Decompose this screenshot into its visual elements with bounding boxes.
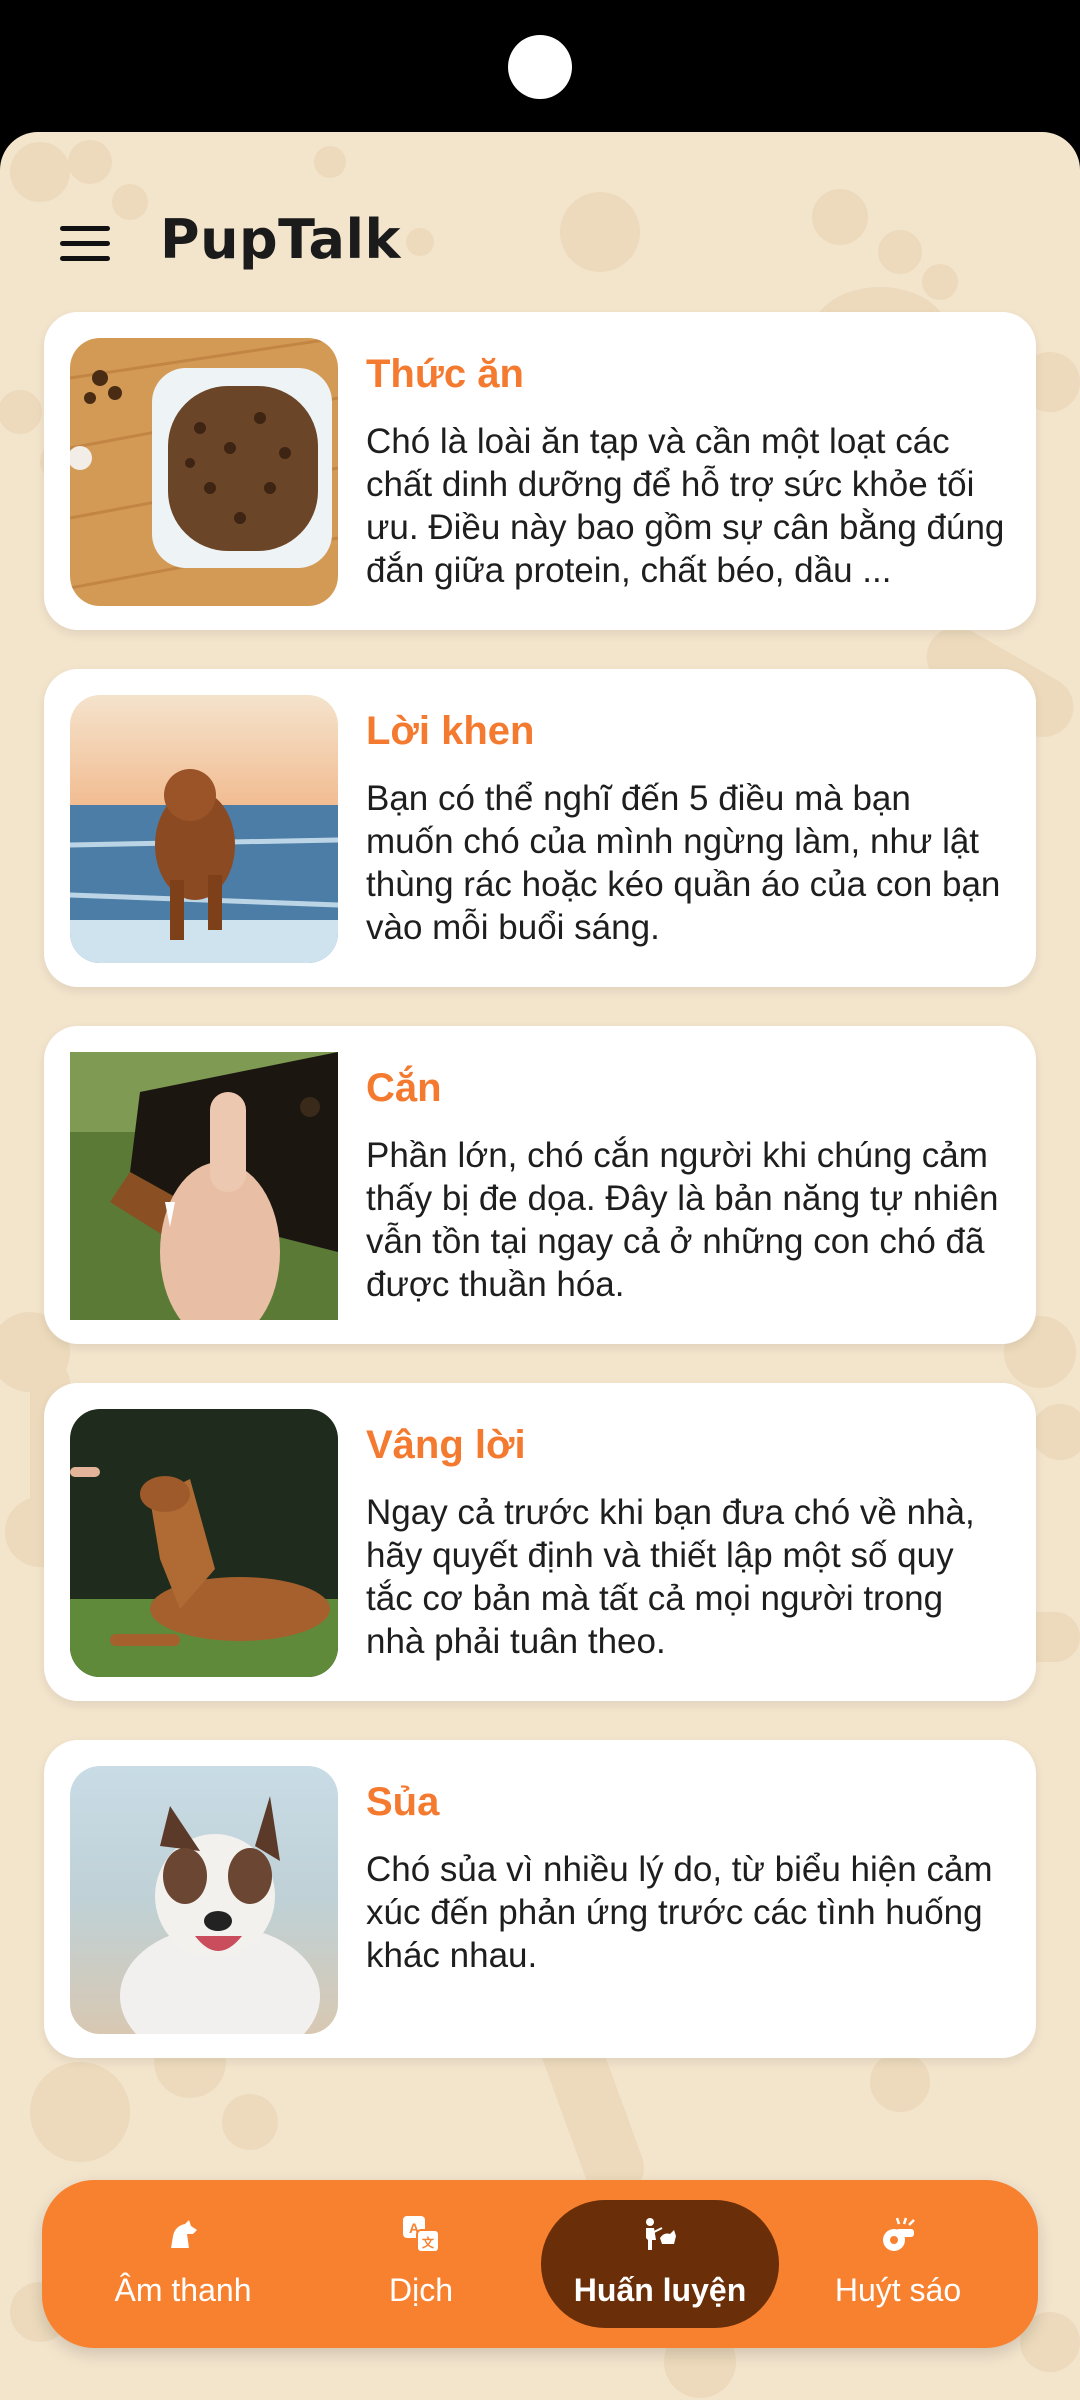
card-description: Bạn có thể nghĩ đến 5 điều mà bạn muốn c… (366, 779, 1001, 947)
nav-label: Huấn luyện (573, 2272, 747, 2308)
card-title: Thức ăn (366, 352, 524, 396)
nav-label: Âm thanh (114, 2272, 252, 2308)
nav-tab-whistle[interactable]: Huýt sáo (779, 2200, 1017, 2328)
nav-tab-sound[interactable]: Âm thanh (64, 2200, 302, 2328)
status-bar (0, 0, 1080, 132)
app-screen: PupTalk Thức ăn Chó là loài ăn tạp và cầ… (0, 132, 1080, 2400)
nav-tab-training[interactable]: Huấn luyện (541, 2200, 779, 2328)
dog-sound-icon (171, 2220, 197, 2248)
translate-icon: A 文 (403, 2216, 440, 2253)
topic-card-food[interactable]: Thức ăn Chó là loài ăn tạp và cần một lo… (44, 312, 1036, 630)
nav-label: Huýt sáo (834, 2272, 962, 2308)
food-bowl-image (70, 338, 338, 606)
card-title: Vâng lời (366, 1423, 526, 1467)
app-title: PupTalk (160, 208, 401, 271)
card-title: Lời khen (366, 709, 535, 753)
dog-beach-image (70, 695, 338, 963)
svg-text:A: A (409, 2220, 419, 2236)
card-description: Ngay cả trước khi bạn đưa chó về nhà, hã… (366, 1493, 975, 1661)
training-icon (646, 2218, 676, 2250)
card-description: Phần lớn, chó cắn người khi chúng cảm th… (366, 1136, 999, 1304)
app-header: PupTalk (0, 202, 1080, 312)
topic-card-barking[interactable]: Sủa Chó sủa vì nhiều lý do, từ biểu hiện… (44, 1740, 1036, 2058)
card-title: Cắn (366, 1066, 442, 1110)
svg-text:文: 文 (422, 2235, 435, 2250)
card-description: Chó sủa vì nhiều lý do, từ biểu hiện cảm… (366, 1850, 993, 1975)
nav-label: Dịch (388, 2272, 453, 2308)
card-description: Chó là loài ăn tạp và cần một loạt các c… (366, 422, 1005, 590)
dog-obedience-image (70, 1409, 338, 1677)
dog-biting-image (70, 1052, 338, 1320)
topic-card-praise[interactable]: Lời khen Bạn có thể nghĩ đến 5 điều mà b… (44, 669, 1036, 987)
card-title: Sủa (366, 1780, 440, 1824)
camera-cutout (508, 35, 572, 99)
bottom-navigation: Âm thanh A 文 Dịch Huấn luyện Huýt sáo (42, 2180, 1038, 2348)
topic-card-biting[interactable]: Cắn Phần lớn, chó cắn người khi chúng cả… (44, 1026, 1036, 1344)
whistle-icon (883, 2217, 915, 2251)
dog-barking-image (70, 1766, 338, 2034)
nav-tab-translate[interactable]: A 文 Dịch (302, 2200, 540, 2328)
topic-card-obedience[interactable]: Vâng lời Ngay cả trước khi bạn đưa chó v… (44, 1383, 1036, 1701)
hamburger-menu-icon[interactable] (60, 222, 110, 266)
